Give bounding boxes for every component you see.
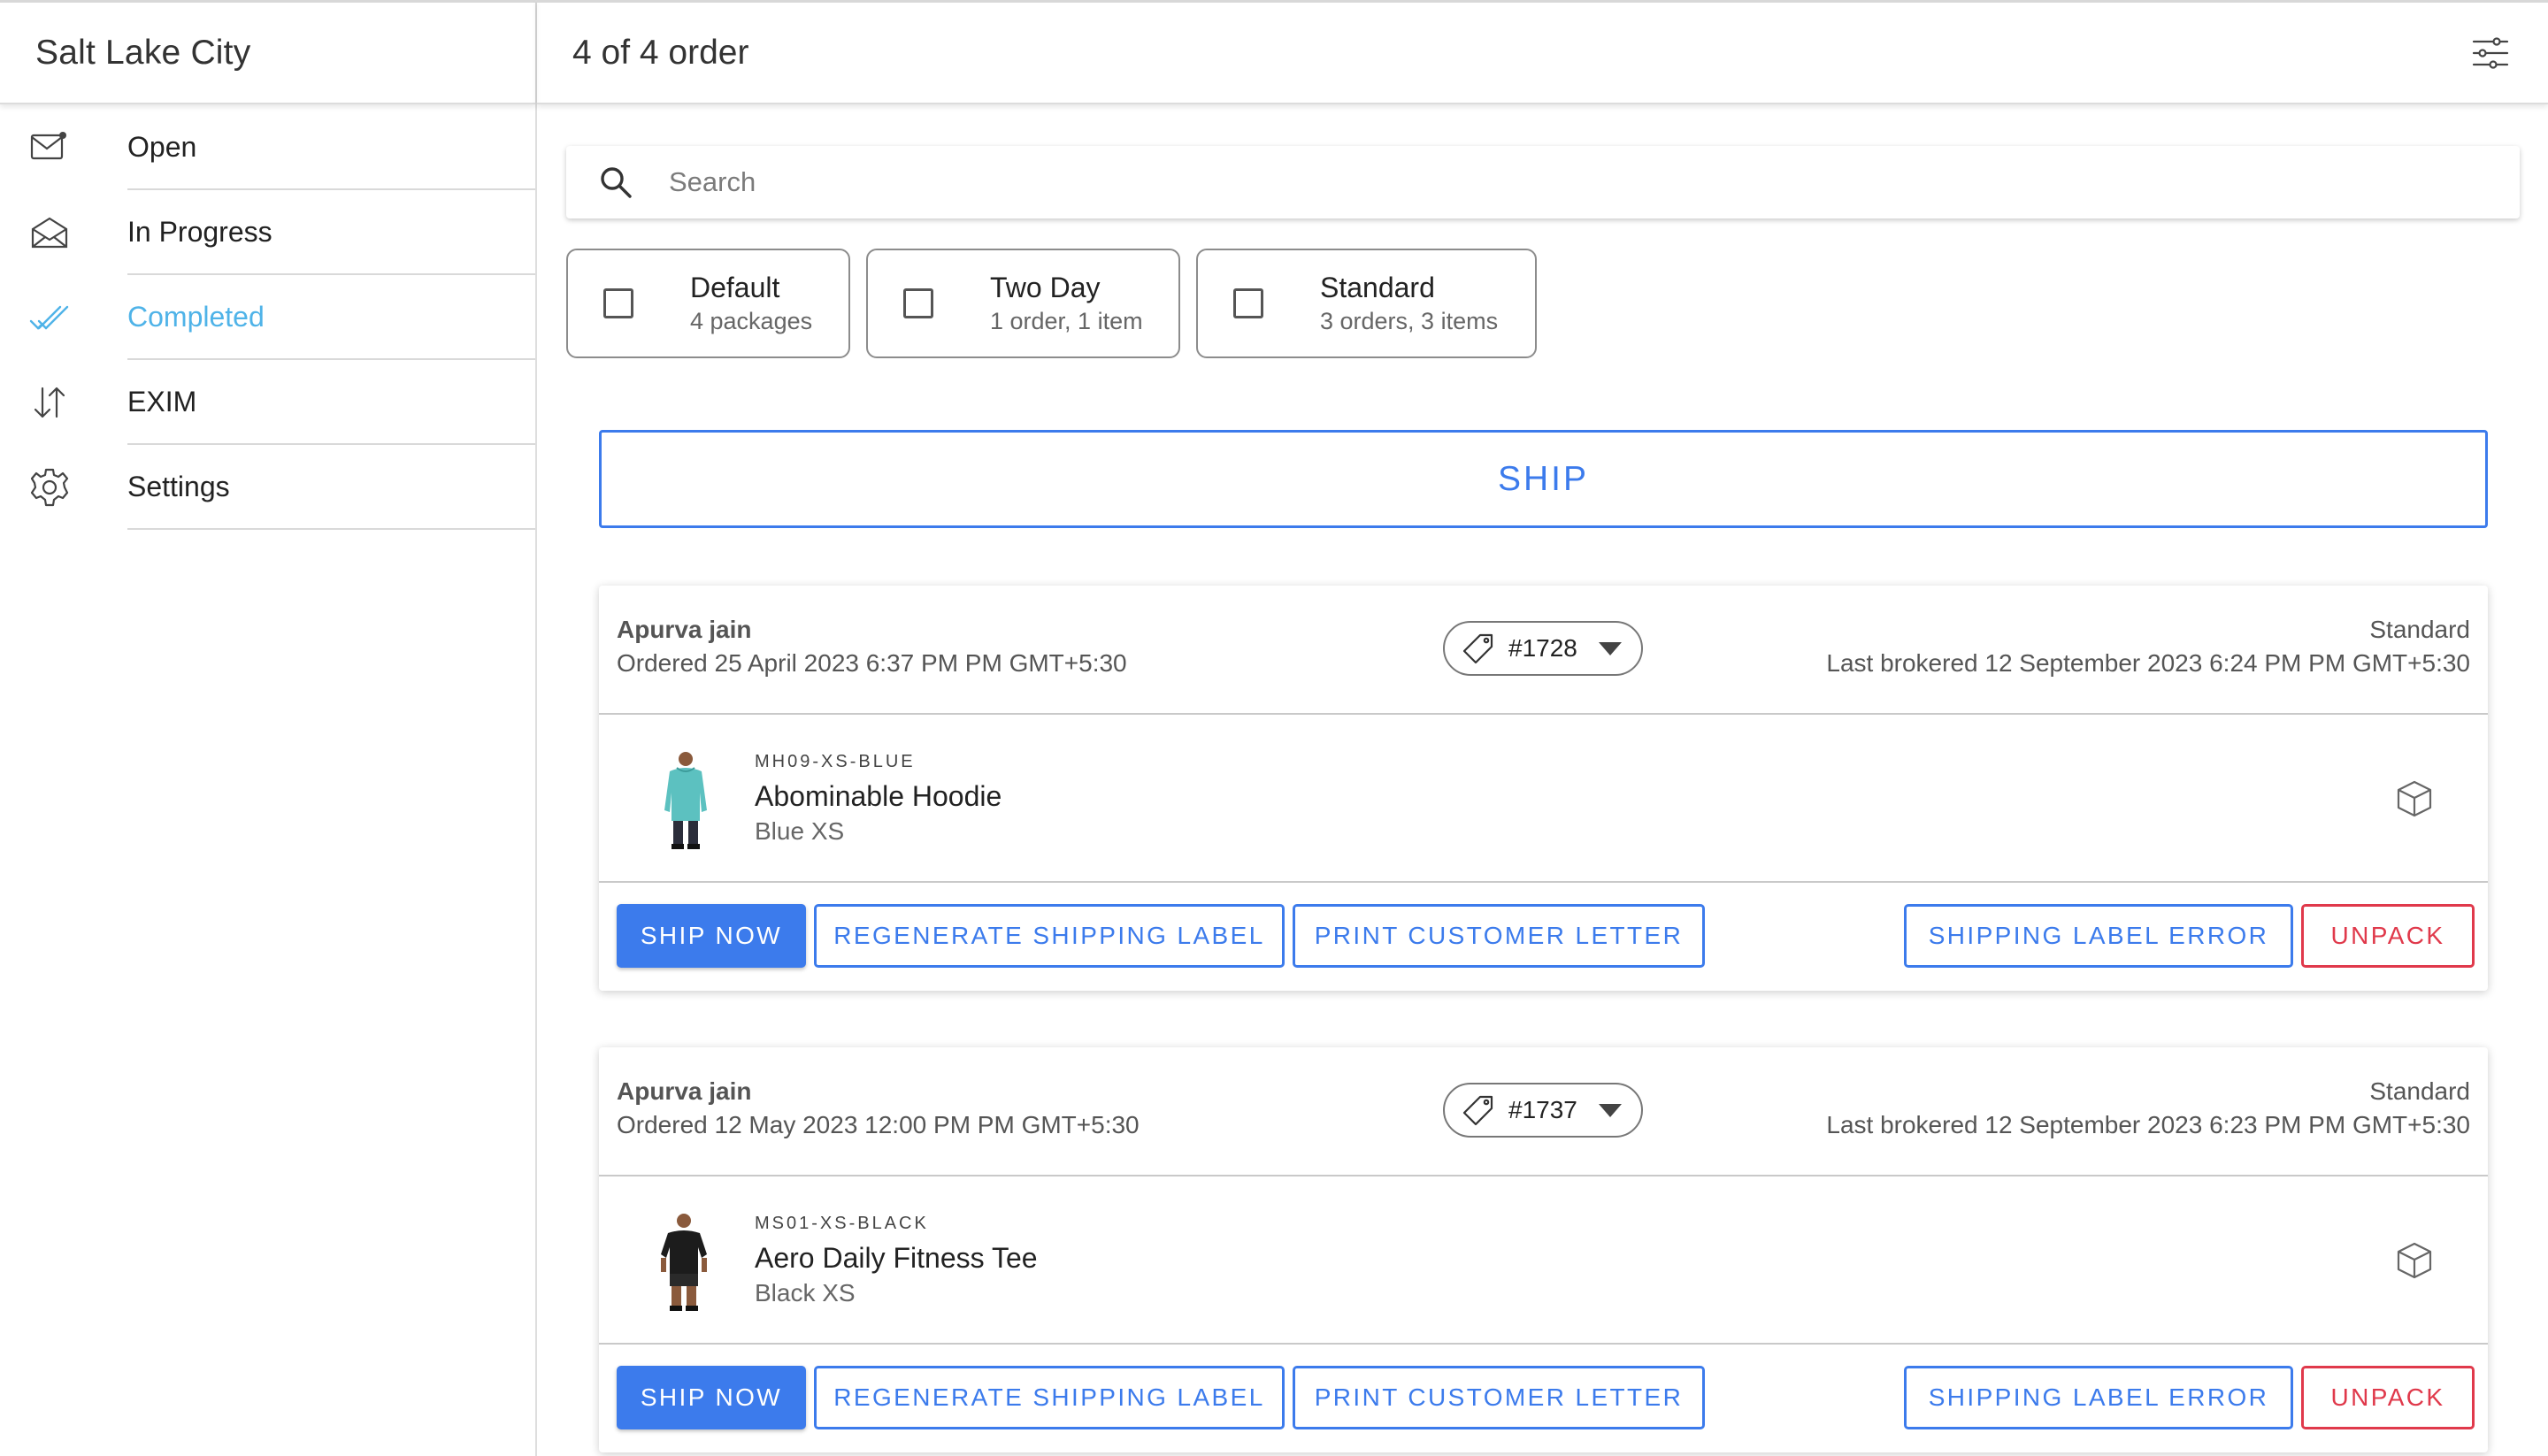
chip-subtitle: 4 packages <box>690 308 813 334</box>
sidebar: Salt Lake City Open In Progress Complete… <box>0 0 537 1456</box>
shipping-label-error-button[interactable]: SHIPPING LABEL ERROR <box>1904 1366 2293 1429</box>
chip-title: Default <box>690 272 780 303</box>
method-chip-default[interactable]: Default 4 packages <box>566 249 850 358</box>
sidebar-item-label: Settings <box>127 445 535 530</box>
sidebar-item-in-progress[interactable]: In Progress <box>0 190 535 275</box>
order-actions: SHIP NOW REGENERATE SHIPPING LABEL PRINT… <box>599 883 2488 991</box>
mail-open-icon <box>0 190 127 275</box>
last-brokered: Last brokered 12 September 2023 6:24 PM … <box>1826 649 2470 677</box>
sidebar-item-open[interactable]: Open <box>0 105 535 190</box>
product-thumbnail <box>661 1214 707 1311</box>
sidebar-item-exim[interactable]: EXIM <box>0 360 535 445</box>
main-content: 4 of 4 order Default 4 packages <box>537 0 2548 1456</box>
ship-now-button[interactable]: SHIP NOW <box>617 1366 806 1429</box>
facility-title: Salt Lake City <box>35 33 251 72</box>
search-icon <box>601 167 632 198</box>
unpack-button[interactable]: UNPACK <box>2301 904 2475 968</box>
customer-name: Apurva jain <box>617 616 752 643</box>
filter-button[interactable] <box>2470 33 2511 73</box>
method-chip-standard[interactable]: Standard 3 orders, 3 items <box>1196 249 1537 358</box>
order-card: Apurva jain Ordered 12 May 2023 12:00 PM… <box>599 1047 2488 1452</box>
caret-down-icon <box>1598 642 1622 655</box>
order-card: Apurva jain Ordered 25 April 2023 6:37 P… <box>599 586 2488 991</box>
order-number-chip[interactable]: #1728 <box>1443 621 1643 676</box>
sidebar-item-label: EXIM <box>127 360 535 445</box>
sidebar-item-settings[interactable]: Settings <box>0 445 535 530</box>
order-actions: SHIP NOW REGENERATE SHIPPING LABEL PRINT… <box>599 1345 2488 1452</box>
tag-icon <box>1462 1095 1493 1126</box>
checkbox[interactable] <box>603 288 633 318</box>
sidebar-menu: Open In Progress Completed EXIM Settings <box>0 104 535 530</box>
sidebar-item-label: Completed <box>127 275 535 360</box>
order-number-chip[interactable]: #1737 <box>1443 1083 1643 1138</box>
sidebar-header: Salt Lake City <box>0 0 535 104</box>
chip-text: Default 4 packages <box>690 270 812 337</box>
product-thumbnail <box>664 752 707 849</box>
unpack-button[interactable]: UNPACK <box>2301 1366 2475 1429</box>
item-name: Abominable Hoodie <box>755 780 1002 812</box>
sidebar-item-label: In Progress <box>127 190 535 275</box>
caret-down-icon <box>1598 1104 1622 1117</box>
chip-subtitle: 3 orders, 3 items <box>1320 308 1499 334</box>
package-icon[interactable] <box>2394 1240 2435 1281</box>
package-icon[interactable] <box>2394 778 2435 819</box>
item-name: Aero Daily Fitness Tee <box>755 1242 1038 1274</box>
ship-button[interactable]: SHIP <box>599 430 2488 528</box>
page-title: 4 of 4 order <box>572 33 749 72</box>
regenerate-shipping-label-button[interactable]: REGENERATE SHIPPING LABEL <box>814 904 1285 968</box>
shipping-method: Standard <box>2369 1077 2470 1105</box>
customer-name: Apurva jain <box>617 1077 752 1105</box>
order-number: #1737 <box>1508 1096 1577 1123</box>
chip-text: Two Day 1 order, 1 item <box>990 270 1143 337</box>
item-sku: MS01-XS-BLACK <box>755 1214 929 1233</box>
order-item: MS01-XS-BLACK Aero Daily Fitness Tee Bla… <box>599 1176 2488 1345</box>
order-number: #1728 <box>1508 634 1577 662</box>
tag-icon <box>1462 633 1493 664</box>
chip-title: Two Day <box>990 272 1101 303</box>
sidebar-item-completed[interactable]: Completed <box>0 275 535 360</box>
shipping-method: Standard <box>2369 616 2470 643</box>
chip-title: Standard <box>1320 272 1435 303</box>
mail-unread-icon <box>0 105 127 190</box>
double-check-icon <box>0 275 127 360</box>
checkbox[interactable] <box>1233 288 1263 318</box>
chip-subtitle: 1 order, 1 item <box>990 308 1143 334</box>
checkbox[interactable] <box>903 288 933 318</box>
sidebar-item-label: Open <box>127 105 535 190</box>
order-header: Apurva jain Ordered 25 April 2023 6:37 P… <box>599 586 2488 715</box>
swap-vertical-icon <box>0 360 127 445</box>
regenerate-shipping-label-button[interactable]: REGENERATE SHIPPING LABEL <box>814 1366 1285 1429</box>
shipment-method-filters: Default 4 packages Two Day 1 order, 1 it… <box>566 249 1537 358</box>
chip-text: Standard 3 orders, 3 items <box>1320 270 1498 337</box>
item-sku: MH09-XS-BLUE <box>755 752 916 771</box>
ordered-date: Ordered 25 April 2023 6:37 PM PM GMT+5:3… <box>617 649 1127 677</box>
order-item: MH09-XS-BLUE Abominable Hoodie Blue XS <box>599 715 2488 883</box>
print-customer-letter-button[interactable]: PRINT CUSTOMER LETTER <box>1293 904 1705 968</box>
item-variant: Blue XS <box>755 817 845 845</box>
order-header: Apurva jain Ordered 12 May 2023 12:00 PM… <box>599 1047 2488 1176</box>
app-root: Salt Lake City Open In Progress Complete… <box>0 0 2548 1456</box>
search-input[interactable] <box>669 166 2438 198</box>
search-bar[interactable] <box>566 146 2520 218</box>
ordered-date: Ordered 12 May 2023 12:00 PM PM GMT+5:30 <box>617 1111 1140 1138</box>
sliders-icon <box>2472 36 2509 69</box>
method-chip-two-day[interactable]: Two Day 1 order, 1 item <box>866 249 1180 358</box>
item-variant: Black XS <box>755 1279 856 1307</box>
ship-now-button[interactable]: SHIP NOW <box>617 904 806 968</box>
gear-icon <box>0 445 127 530</box>
print-customer-letter-button[interactable]: PRINT CUSTOMER LETTER <box>1293 1366 1705 1429</box>
main-toolbar: 4 of 4 order <box>537 0 2548 104</box>
last-brokered: Last brokered 12 September 2023 6:23 PM … <box>1826 1111 2470 1138</box>
shipping-label-error-button[interactable]: SHIPPING LABEL ERROR <box>1904 904 2293 968</box>
